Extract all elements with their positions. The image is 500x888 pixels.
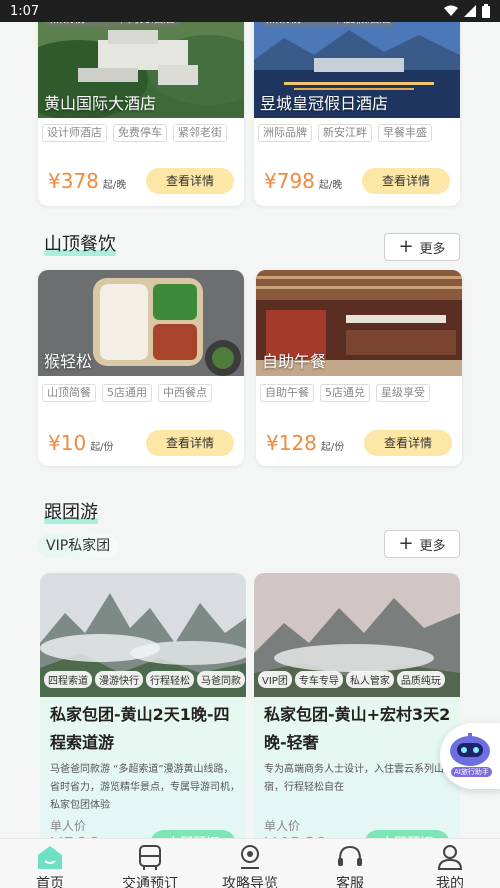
dining-name: 猴轻松 — [44, 352, 93, 371]
tag: 中西餐点 — [158, 384, 212, 402]
tag: 紧邻老街 — [173, 124, 227, 142]
status-icons — [444, 4, 490, 18]
per-person-label: 单人价 — [50, 819, 87, 833]
tag: 星级享受 — [376, 384, 430, 402]
tour-tags: 四程索道 漫游快行 行程轻松 马爸同款 — [44, 671, 245, 688]
view-details-button[interactable]: 查看详情 — [146, 168, 234, 194]
per-person-label: 单人价 — [264, 819, 301, 833]
nav-transport[interactable]: 交通预订 — [100, 839, 200, 888]
status-time: 1:07 — [10, 3, 40, 19]
tag: 漫游快行 — [95, 671, 143, 688]
dining-card[interactable]: 猴轻松 山顶简餐 5店通用 中西餐点 ¥10 起/份 查看详情 — [38, 270, 244, 466]
nav-home[interactable]: 首页 — [0, 839, 100, 888]
battery-icon — [482, 4, 490, 18]
home-icon — [38, 846, 62, 869]
tag: 行程轻松 — [146, 671, 194, 688]
status-bar: 1:07 — [0, 0, 500, 22]
tag: 私人管家 — [345, 671, 394, 688]
nav-customer-service[interactable]: 客服 — [300, 839, 400, 888]
tag: 山顶简餐 — [42, 384, 96, 402]
wifi-icon — [444, 5, 458, 16]
price-row: ¥10 起/份 查看详情 — [48, 430, 234, 456]
dining-photo: 自助午餐 — [256, 270, 462, 376]
hotel-card[interactable]: 热销榜NO.1｜商务酒店 黄山国际大酒店 设计师酒店 免费停车 紧邻老街 ¥37… — [38, 10, 244, 206]
dining-name: 自助午餐 — [262, 352, 327, 371]
tag: 早餐丰盛 — [378, 124, 432, 142]
tag: 5店通用 — [102, 384, 152, 402]
section-title-dining: 山顶餐饮 — [44, 234, 116, 256]
hotel-photo: 热销榜NO.2｜度假酒店 昱城皇冠假日酒店 — [254, 10, 460, 118]
tag: 设计师酒店 — [42, 124, 107, 142]
bottom-navigation: 首页 交通预订 攻略导览 客服 我的 — [0, 838, 500, 888]
ai-assistant-label: AI旅行助手 — [451, 767, 492, 777]
view-details-button[interactable]: 查看详情 — [362, 168, 450, 194]
price-row: ¥128 起/份 查看详情 — [266, 430, 452, 456]
vip-group-chip[interactable]: VIP私家团 — [38, 534, 119, 558]
tour-title: 私家包团-黄山+宏村3天2晚-轻奢 — [264, 705, 451, 752]
robot-icon — [450, 733, 490, 766]
tag: 新安江畔 — [318, 124, 372, 142]
tour-card[interactable]: VIP团 专车专导 私人管家 品质纯玩 私家包团-黄山+宏村3天2晚-轻奢 专为… — [254, 573, 460, 853]
section-title-tours: 跟团游 — [44, 502, 98, 524]
tag: 马爸同款 — [197, 671, 245, 688]
hotel-tags: 设计师酒店 免费停车 紧邻老街 — [38, 124, 244, 142]
price: ¥128 起/份 — [266, 431, 345, 455]
hotel-name: 黄山国际大酒店 — [44, 94, 157, 113]
plus-icon: + — [398, 236, 414, 257]
tour-card[interactable]: 四程索道 漫游快行 行程轻松 马爸同款 私家包团-黄山2天1晚-四程索道游 马爸… — [40, 573, 246, 853]
tag: 四程索道 — [44, 671, 92, 688]
tour-description: 专为高端商务人士设计，入住雲云系列山宿，行程轻松自在 — [264, 764, 444, 793]
dining-tags: 自助午餐 5店通兑 星级享受 — [256, 384, 462, 402]
more-button-tours[interactable]: + 更多 — [384, 530, 460, 558]
tour-title: 私家包团-黄山2天1晚-四程索道游 — [50, 705, 230, 752]
plus-icon: + — [398, 533, 414, 554]
dining-card[interactable]: 自助午餐 自助午餐 5店通兑 星级享受 ¥128 起/份 查看详情 — [256, 270, 462, 466]
nav-guide[interactable]: 攻略导览 — [200, 839, 300, 888]
hotel-tags: 洲际品牌 新安江畔 早餐丰盛 — [254, 124, 460, 142]
price: ¥378 起/晚 — [48, 169, 127, 193]
price-row: ¥378 起/晚 查看详情 — [48, 168, 234, 194]
price: ¥798 起/晚 — [264, 169, 343, 193]
hotel-photo: 热销榜NO.1｜商务酒店 黄山国际大酒店 — [38, 10, 244, 118]
view-details-button[interactable]: 查看详情 — [364, 430, 452, 456]
price-row: ¥798 起/晚 查看详情 — [264, 168, 450, 194]
tag: VIP团 — [258, 671, 292, 688]
tag: 专车专导 — [294, 671, 343, 688]
view-details-button[interactable]: 查看详情 — [146, 430, 234, 456]
dining-tags: 山顶简餐 5店通用 中西餐点 — [38, 384, 244, 402]
hotel-name: 昱城皇冠假日酒店 — [260, 94, 389, 113]
nav-profile[interactable]: 我的 — [400, 839, 500, 888]
headset-icon — [338, 845, 362, 866]
tag: 自助午餐 — [260, 384, 314, 402]
tour-tags: VIP团 专车专导 私人管家 品质纯玩 — [258, 671, 445, 688]
signal-icon — [464, 5, 476, 17]
tag: 免费停车 — [113, 124, 167, 142]
tag: 品质纯玩 — [396, 671, 445, 688]
tag: 洲际品牌 — [258, 124, 312, 142]
tag: 5店通兑 — [320, 384, 370, 402]
hotel-card[interactable]: 热销榜NO.2｜度假酒店 昱城皇冠假日酒店 洲际品牌 新安江畔 早餐丰盛 ¥79… — [254, 10, 460, 206]
price: ¥10 起/份 — [48, 431, 114, 455]
guide-icon — [241, 845, 259, 869]
more-button-dining[interactable]: + 更多 — [384, 233, 460, 261]
dining-photo: 猴轻松 — [38, 270, 244, 376]
profile-icon — [437, 845, 463, 870]
ai-travel-assistant-button[interactable]: AI旅行助手 — [440, 723, 500, 789]
bus-icon — [139, 845, 161, 870]
tour-description: 马爸爸同款游 “多超索道”漫游黄山线路，省时省力，游览精华景点，专属导游司机，私… — [50, 764, 240, 811]
